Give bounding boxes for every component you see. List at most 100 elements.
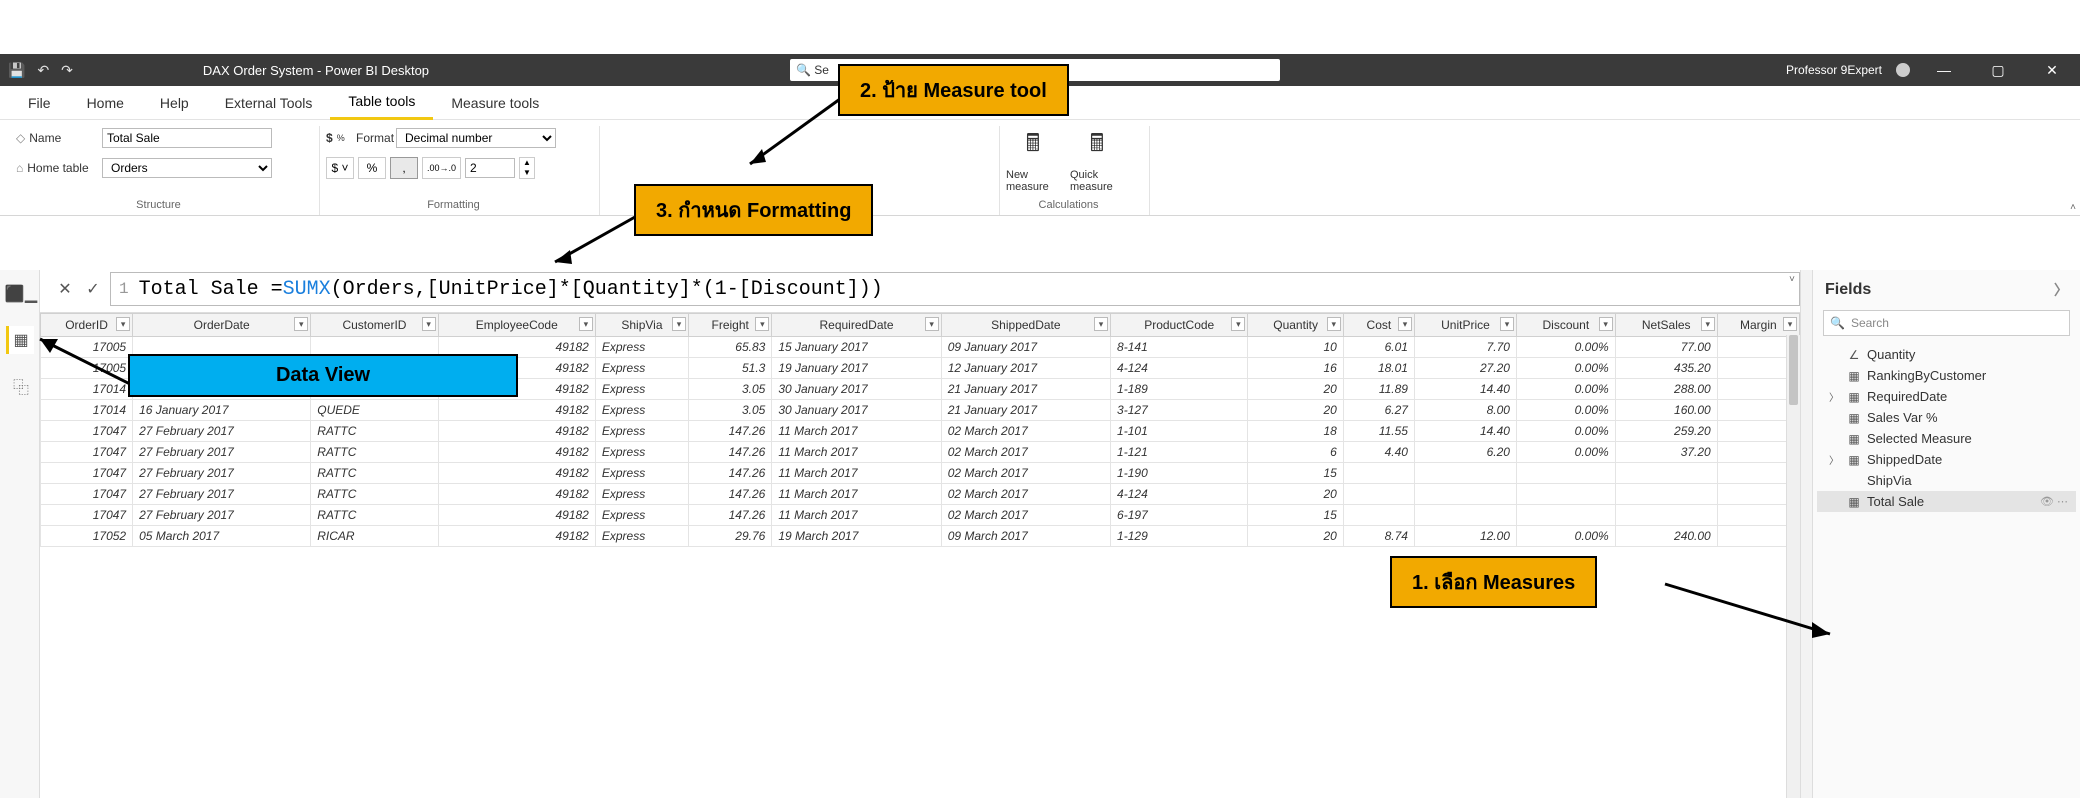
commit-formula[interactable]: ✓ — [82, 276, 104, 302]
column-header[interactable]: Discount▾ — [1516, 314, 1615, 337]
cell[interactable]: 20 — [1248, 526, 1343, 547]
cell[interactable]: RATTC — [311, 442, 438, 463]
cell[interactable]: 17014 — [41, 400, 133, 421]
cell[interactable]: 49182 — [438, 400, 595, 421]
cell[interactable]: 02 March 2017 — [941, 505, 1110, 526]
cell[interactable]: Express — [595, 463, 688, 484]
cell[interactable]: 14.40 — [1414, 421, 1516, 442]
filter-icon[interactable]: ▾ — [1398, 317, 1412, 331]
user-name[interactable]: Professor 9Expert — [1786, 63, 1882, 77]
table-row[interactable]: 1701416 January 2017QUEDE49182Express3.0… — [41, 400, 1800, 421]
column-header[interactable]: RequiredDate▾ — [772, 314, 941, 337]
cell[interactable]: 4.40 — [1343, 442, 1414, 463]
fields-search[interactable]: 🔍Search — [1823, 310, 2070, 336]
field-item[interactable]: ▦Selected Measure — [1817, 428, 2076, 449]
name-input[interactable] — [102, 128, 272, 148]
tab-home[interactable]: Home — [69, 86, 142, 120]
cell[interactable] — [1414, 505, 1516, 526]
quick-measure-button[interactable]: 🖩 Quick measure — [1070, 126, 1124, 193]
cell[interactable]: 49182 — [438, 463, 595, 484]
percent-button[interactable]: % — [358, 157, 386, 179]
minimize-button[interactable]: — — [1924, 62, 1964, 78]
cell[interactable]: 15 — [1248, 505, 1343, 526]
cell[interactable]: 51.3 — [689, 358, 772, 379]
data-view-icon[interactable]: ▦ — [6, 326, 34, 354]
cell[interactable]: 27 February 2017 — [133, 463, 311, 484]
filter-icon[interactable]: ▾ — [1701, 317, 1715, 331]
new-measure-button[interactable]: 🖩 New measure — [1006, 126, 1060, 193]
field-item[interactable]: 〉▦ShippedDate — [1817, 449, 2076, 470]
column-header[interactable]: CustomerID▾ — [311, 314, 438, 337]
cell[interactable]: 11 March 2017 — [772, 442, 941, 463]
cell[interactable] — [1414, 463, 1516, 484]
cell[interactable]: 77.00 — [1615, 337, 1717, 358]
cell[interactable]: 259.20 — [1615, 421, 1717, 442]
currency-button[interactable]: $ ˅ — [326, 157, 354, 179]
cell[interactable]: 11 March 2017 — [772, 421, 941, 442]
home-table-select[interactable]: Orders — [102, 158, 272, 178]
cell[interactable]: 6.27 — [1343, 400, 1414, 421]
cell[interactable]: Express — [595, 358, 688, 379]
cell[interactable]: 17052 — [41, 526, 133, 547]
table-row[interactable]: 1704727 February 2017RATTC49182Express14… — [41, 484, 1800, 505]
cell[interactable]: 14.40 — [1414, 379, 1516, 400]
cell[interactable]: RATTC — [311, 421, 438, 442]
filter-icon[interactable]: ▾ — [1599, 317, 1613, 331]
cell[interactable]: 02 March 2017 — [941, 442, 1110, 463]
cell[interactable]: 4-124 — [1111, 484, 1248, 505]
cell[interactable]: 20 — [1248, 379, 1343, 400]
field-item[interactable]: ShipVia — [1817, 470, 2076, 491]
cell[interactable] — [1516, 463, 1615, 484]
fields-collapse[interactable]: 〉 — [2054, 280, 2068, 300]
filter-icon[interactable]: ▾ — [1094, 317, 1108, 331]
cell[interactable]: 20 — [1248, 484, 1343, 505]
cell[interactable]: QUEDE — [311, 400, 438, 421]
cell[interactable]: 09 January 2017 — [941, 337, 1110, 358]
filter-icon[interactable]: ▾ — [1231, 317, 1245, 331]
cell[interactable] — [1516, 484, 1615, 505]
avatar[interactable] — [1896, 63, 1910, 77]
cell[interactable]: 4-124 — [1111, 358, 1248, 379]
cell[interactable]: 49182 — [438, 421, 595, 442]
cell[interactable]: 147.26 — [689, 484, 772, 505]
table-row[interactable]: 1705205 March 2017RICAR49182Express29.76… — [41, 526, 1800, 547]
cell[interactable]: 19 March 2017 — [772, 526, 941, 547]
column-header[interactable]: ProductCode▾ — [1111, 314, 1248, 337]
cell[interactable]: 0.00% — [1516, 400, 1615, 421]
field-item[interactable]: ▦Total Sale👁 ⋯ — [1817, 491, 2076, 512]
cell[interactable]: 0.00% — [1516, 379, 1615, 400]
tab-external-tools[interactable]: External Tools — [207, 86, 331, 120]
comma-button[interactable]: , — [390, 157, 418, 179]
cell[interactable]: 147.26 — [689, 421, 772, 442]
formula-expand[interactable]: ˅ — [1789, 275, 1795, 286]
cell[interactable]: 17047 — [41, 505, 133, 526]
cell[interactable]: Express — [595, 484, 688, 505]
column-header[interactable]: NetSales▾ — [1615, 314, 1717, 337]
cell[interactable]: 17005 — [41, 337, 133, 358]
filter-icon[interactable]: ▾ — [755, 317, 769, 331]
cell[interactable]: 17047 — [41, 421, 133, 442]
cell[interactable]: 19 January 2017 — [772, 358, 941, 379]
filter-icon[interactable]: ▾ — [294, 317, 308, 331]
cell[interactable]: 1-101 — [1111, 421, 1248, 442]
cell[interactable]: 17047 — [41, 442, 133, 463]
cell[interactable] — [1516, 505, 1615, 526]
cell[interactable]: 17047 — [41, 484, 133, 505]
cell[interactable]: 27 February 2017 — [133, 442, 311, 463]
cell[interactable]: 7.70 — [1414, 337, 1516, 358]
cell[interactable]: 11.55 — [1343, 421, 1414, 442]
report-view-icon[interactable]: ⬛▁ — [6, 280, 34, 308]
undo-icon[interactable]: ↶ — [37, 62, 49, 79]
cell[interactable]: 147.26 — [689, 442, 772, 463]
cell[interactable]: 6.20 — [1414, 442, 1516, 463]
cell[interactable]: 27 February 2017 — [133, 505, 311, 526]
cell[interactable]: 21 January 2017 — [941, 379, 1110, 400]
column-header[interactable]: Cost▾ — [1343, 314, 1414, 337]
cell[interactable]: Express — [595, 526, 688, 547]
cell[interactable]: 30 January 2017 — [772, 400, 941, 421]
cell[interactable]: 15 — [1248, 463, 1343, 484]
cell[interactable]: 3.05 — [689, 379, 772, 400]
cell[interactable]: 10 — [1248, 337, 1343, 358]
cell[interactable]: Express — [595, 421, 688, 442]
filter-icon[interactable]: ▾ — [672, 317, 686, 331]
